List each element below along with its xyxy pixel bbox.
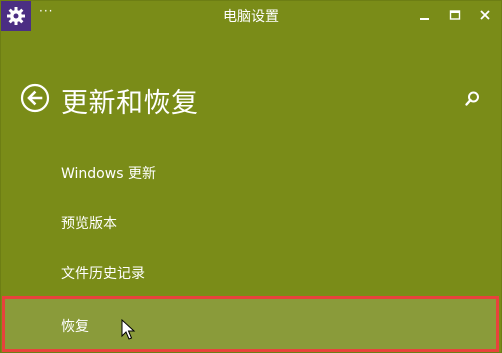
menu-item-recovery-label: 恢复 <box>61 319 89 335</box>
mouse-cursor-icon <box>121 319 136 340</box>
search-button[interactable] <box>463 90 481 108</box>
maximize-button[interactable] <box>441 1 469 29</box>
menu-item-preview-builds[interactable]: 预览版本 <box>61 213 117 233</box>
title-bar: ··· 电脑设置 <box>1 1 501 31</box>
back-arrow-circle-icon <box>20 83 50 113</box>
menu-item-windows-update[interactable]: Windows 更新 <box>61 163 156 183</box>
settings-window: ··· 电脑设置 更新和恢复 Windows 更新 预览版本 文件历史记录 恢复 <box>0 0 502 353</box>
close-button[interactable] <box>471 1 499 29</box>
search-icon <box>465 91 479 106</box>
menu-item-recovery[interactable]: 恢复 <box>2 296 499 352</box>
back-button[interactable] <box>20 83 50 113</box>
minimize-icon <box>420 18 429 20</box>
maximize-icon <box>449 10 461 20</box>
page-title: 更新和恢复 <box>61 88 199 119</box>
menu-item-file-history[interactable]: 文件历史记录 <box>61 263 145 283</box>
close-icon <box>480 10 490 20</box>
minimize-button[interactable] <box>411 1 439 29</box>
